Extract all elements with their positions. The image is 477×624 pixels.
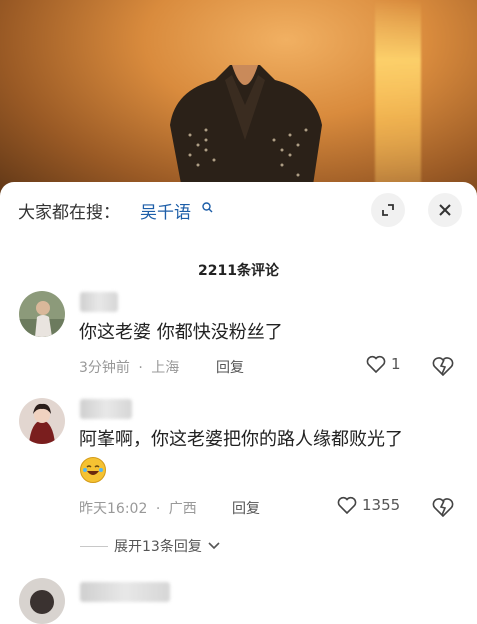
comment-count-title: 2211条评论	[198, 263, 279, 279]
avatar[interactable]	[19, 398, 65, 444]
expand-replies-label: 展开13条回复	[114, 539, 202, 555]
video-background[interactable]	[0, 0, 477, 200]
comment-text: 阿峯啊，你这老婆把你的路人缘都败光了	[79, 429, 403, 450]
comment-time: 昨天16:02	[79, 501, 148, 517]
heart-icon	[337, 496, 357, 514]
reply-button[interactable]: 回复	[216, 357, 244, 377]
heart-icon	[366, 355, 386, 373]
dislike-icon[interactable]	[432, 356, 454, 376]
laughing-crying-emoji-icon	[80, 457, 106, 483]
comment-location: 上海	[151, 360, 180, 376]
dislike-icon[interactable]	[432, 497, 454, 517]
performer-figure	[170, 65, 322, 200]
comment-meta: 3分钟前 · 上海	[79, 357, 179, 377]
comment-meta: 昨天16:02 · 广西	[79, 498, 197, 518]
expand-replies-button[interactable]: 展开13条回复	[80, 536, 220, 556]
light-flare	[375, 0, 421, 200]
search-suggestion-bar: 大家都在搜： 吴千语	[0, 182, 477, 238]
chevron-down-icon	[208, 542, 220, 550]
meta-separator: ·	[138, 360, 143, 376]
username-blurred[interactable]	[80, 292, 118, 312]
comment-time: 3分钟前	[79, 360, 130, 376]
avatar[interactable]	[19, 578, 65, 624]
username-blurred[interactable]	[80, 399, 132, 419]
username-blurred[interactable]	[80, 582, 170, 602]
meta-separator: ·	[155, 501, 161, 517]
close-button[interactable]	[428, 193, 462, 227]
like-count: 1	[391, 355, 401, 373]
divider-dash	[80, 545, 108, 547]
like-button[interactable]: 1355	[337, 496, 400, 514]
like-button[interactable]: 1	[366, 355, 401, 373]
search-icon	[202, 202, 213, 213]
expand-button[interactable]	[371, 193, 405, 227]
close-icon	[439, 204, 451, 216]
search-suggestion-link[interactable]: 吴千语	[140, 198, 191, 223]
reply-button[interactable]: 回复	[232, 498, 260, 518]
like-count: 1355	[362, 496, 401, 514]
comment-location: 广西	[168, 501, 197, 517]
avatar[interactable]	[19, 291, 65, 337]
search-prompt-label: 大家都在搜：	[18, 203, 120, 223]
comments-sheet: 大家都在搜： 吴千语 2211条评论 你这老婆 你都快没粉丝了 3分钟前 · 上…	[0, 182, 477, 624]
expand-icon	[382, 204, 394, 216]
comment-text: 你这老婆 你都快没粉丝了	[79, 322, 283, 343]
